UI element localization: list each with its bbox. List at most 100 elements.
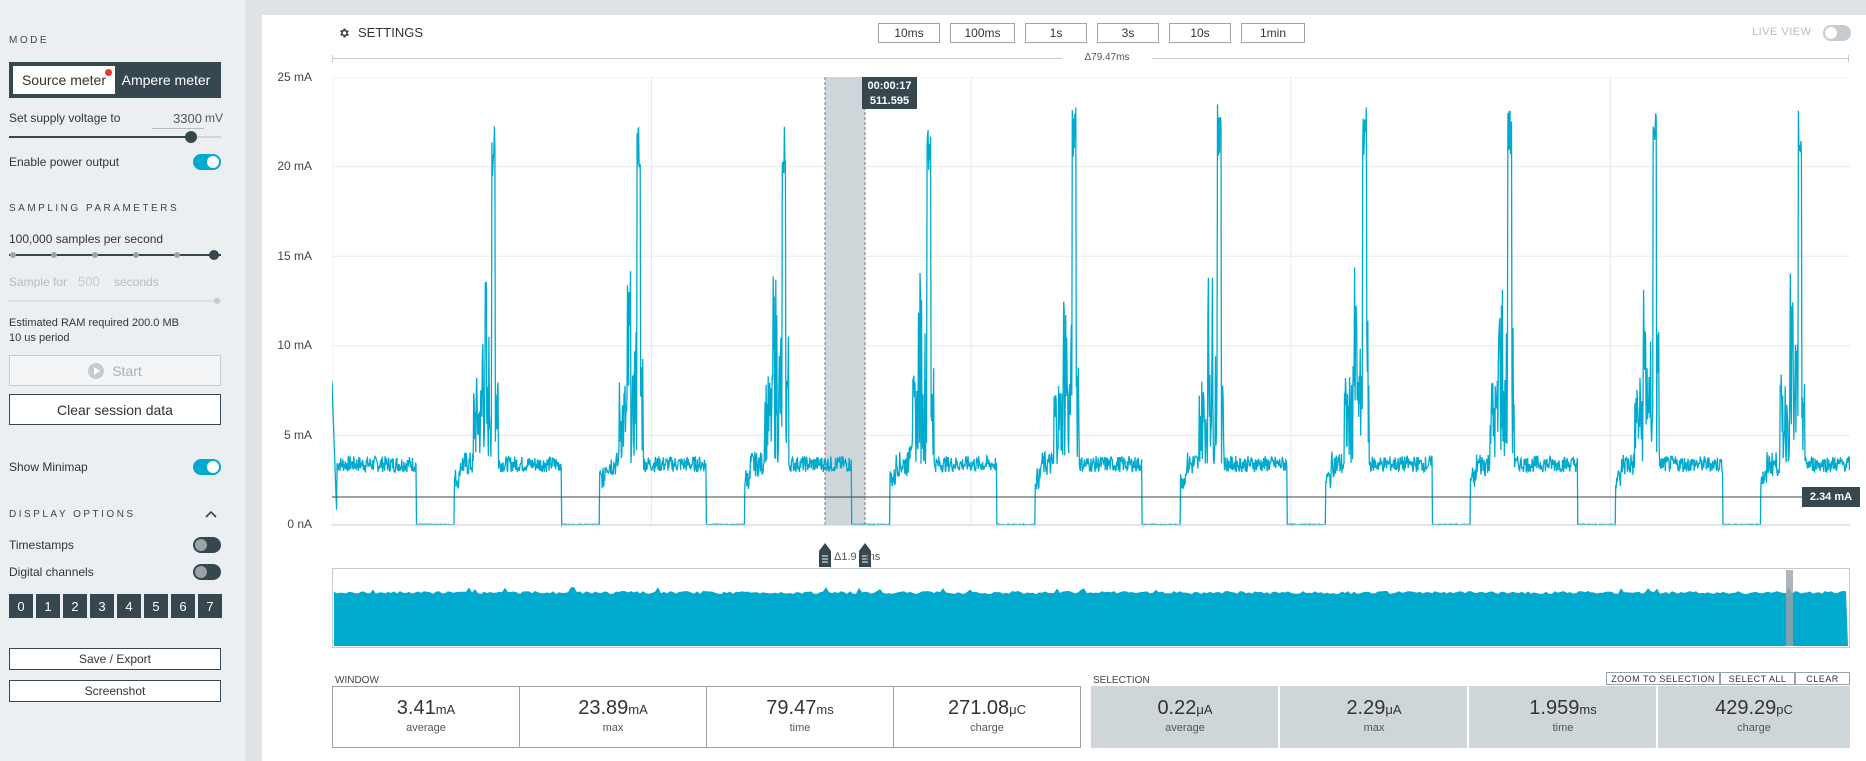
samples-slider-thumb[interactable] bbox=[209, 250, 219, 260]
minimap[interactable] bbox=[332, 568, 1850, 648]
stat-unit: μC bbox=[1009, 702, 1027, 717]
supply-voltage-label: Set supply voltage to bbox=[9, 111, 121, 125]
y-tick-label: 15 mA bbox=[277, 249, 312, 263]
supply-voltage-slider-thumb[interactable] bbox=[185, 131, 198, 143]
y-tick-label: 20 mA bbox=[277, 159, 312, 173]
y-tick-label: 0 nA bbox=[287, 517, 312, 531]
select-all-button[interactable]: SELECT ALL bbox=[1720, 672, 1795, 685]
window-10s-button[interactable]: 10s bbox=[1169, 23, 1231, 43]
reference-value-badge: 2.34 mA bbox=[1802, 487, 1860, 507]
current-chart[interactable] bbox=[332, 77, 1850, 541]
window-100ms-button[interactable]: 100ms bbox=[950, 23, 1015, 43]
channel-6-button[interactable]: 6 bbox=[171, 594, 195, 618]
selection-left-handle[interactable] bbox=[819, 543, 831, 567]
play-icon bbox=[88, 362, 105, 379]
live-view-label: LIVE VIEW bbox=[1752, 26, 1812, 38]
display-options-title: DISPLAY OPTIONS bbox=[9, 509, 136, 520]
channel-7-button[interactable]: 7 bbox=[198, 594, 222, 618]
channel-4-button[interactable]: 4 bbox=[117, 594, 141, 618]
stat-label: average bbox=[1165, 722, 1205, 734]
samples-slider[interactable] bbox=[9, 250, 221, 260]
channel-3-button[interactable]: 3 bbox=[90, 594, 114, 618]
toggle-knob bbox=[195, 539, 207, 551]
window-1s-button[interactable]: 1s bbox=[1025, 23, 1087, 43]
channel-0-button[interactable]: 0 bbox=[9, 594, 33, 618]
cursor-time: 00:00:17 bbox=[867, 80, 912, 92]
toggle-knob bbox=[207, 156, 219, 168]
selection-max-stat: 2.29μA max bbox=[1280, 686, 1468, 748]
source-meter-button[interactable]: Source meter bbox=[13, 66, 115, 94]
stat-value: 2.29 bbox=[1346, 697, 1386, 719]
window-charge-stat: 271.08μC charge bbox=[893, 686, 1081, 748]
supply-voltage-slider[interactable] bbox=[9, 131, 221, 143]
slider-step bbox=[51, 252, 57, 258]
toggle-knob bbox=[195, 566, 207, 578]
sample-for-prefix: Sample for bbox=[9, 275, 68, 289]
channel-2-button[interactable]: 2 bbox=[63, 594, 87, 618]
stat-label: charge bbox=[1737, 722, 1771, 734]
start-label: Start bbox=[112, 362, 142, 379]
timestamps-toggle[interactable] bbox=[193, 537, 221, 553]
zoom-to-selection-button[interactable]: ZOOM TO SELECTION bbox=[1606, 672, 1720, 685]
toggle-knob bbox=[1825, 27, 1837, 39]
stat-unit: μA bbox=[1196, 702, 1213, 717]
stat-label: max bbox=[602, 722, 624, 734]
ampere-meter-button[interactable]: Ampere meter bbox=[115, 66, 217, 94]
period-label: 10 us period bbox=[9, 332, 70, 344]
stat-unit: mA bbox=[435, 702, 456, 717]
enable-power-toggle[interactable] bbox=[193, 154, 221, 170]
stat-value: 79.47 bbox=[766, 697, 817, 719]
show-minimap-toggle[interactable] bbox=[193, 459, 221, 475]
sidebar: MODE Source meter Ampere meter Set suppl… bbox=[0, 0, 245, 761]
window-10ms-button[interactable]: 10ms bbox=[878, 23, 940, 43]
screenshot-label: Screenshot bbox=[84, 684, 146, 698]
sample-for-input[interactable]: 500 bbox=[78, 274, 100, 289]
stat-value: 3.41 bbox=[396, 697, 436, 719]
window-max-stat: 23.89mA max bbox=[519, 686, 707, 748]
ram-estimate: Estimated RAM required 200.0 MB bbox=[9, 317, 179, 329]
source-meter-label: Source meter bbox=[21, 72, 107, 88]
window-1min-button[interactable]: 1min bbox=[1241, 23, 1305, 43]
save-export-label: Save / Export bbox=[78, 652, 152, 666]
samples-per-second-label: 100,000 samples per second bbox=[9, 232, 164, 246]
supply-voltage-unit: mV bbox=[205, 111, 223, 125]
clear-selection-button[interactable]: CLEAR bbox=[1795, 672, 1850, 685]
settings-label[interactable]: SETTINGS bbox=[358, 25, 423, 40]
stat-label: time bbox=[1552, 722, 1574, 734]
clear-session-label: Clear session data bbox=[57, 401, 173, 418]
stat-label: time bbox=[789, 722, 811, 734]
selection-delta-unit: ms bbox=[865, 551, 881, 563]
stat-unit: μA bbox=[1385, 702, 1402, 717]
screenshot-button[interactable]: Screenshot bbox=[9, 680, 221, 702]
y-tick-label: 5 mA bbox=[283, 428, 312, 442]
chevron-up-icon[interactable] bbox=[205, 510, 217, 518]
start-button[interactable]: Start bbox=[9, 355, 221, 386]
stat-value: 1.959 bbox=[1529, 697, 1580, 719]
y-tick-label: 25 mA bbox=[277, 70, 312, 84]
channel-1-button[interactable]: 1 bbox=[36, 594, 60, 618]
supply-voltage-input[interactable] bbox=[152, 108, 204, 129]
save-export-button[interactable]: Save / Export bbox=[9, 648, 221, 670]
gear-icon[interactable] bbox=[338, 27, 350, 39]
window-delta-label: Δ79.47ms bbox=[1062, 52, 1152, 63]
supply-voltage-slider-fill bbox=[9, 136, 192, 138]
slider-step bbox=[92, 252, 98, 258]
main-panel: SETTINGS 10ms 100ms 1s 3s 10s 1min LIVE … bbox=[262, 15, 1866, 761]
channel-5-button[interactable]: 5 bbox=[144, 594, 168, 618]
selection-charge-stat: 429.29pC charge bbox=[1658, 686, 1850, 748]
sample-for-slider[interactable] bbox=[9, 298, 221, 304]
stat-value: 23.89 bbox=[578, 697, 629, 719]
window-3s-button[interactable]: 3s bbox=[1097, 23, 1159, 43]
stat-unit: ms bbox=[816, 702, 834, 717]
clear-session-button[interactable]: Clear session data bbox=[9, 394, 221, 425]
selection-stats-title: SELECTION bbox=[1093, 675, 1150, 686]
timestamps-label: Timestamps bbox=[9, 538, 74, 552]
selection-delta-value: Δ1.9 bbox=[834, 551, 857, 563]
window-stats-title: WINDOW bbox=[335, 675, 379, 686]
stat-value: 429.29 bbox=[1715, 697, 1777, 719]
digital-channels-label: Digital channels bbox=[9, 565, 94, 579]
slider-step bbox=[174, 252, 180, 258]
live-view-toggle[interactable] bbox=[1823, 25, 1851, 41]
slider-step bbox=[133, 252, 139, 258]
digital-channels-toggle[interactable] bbox=[193, 564, 221, 580]
